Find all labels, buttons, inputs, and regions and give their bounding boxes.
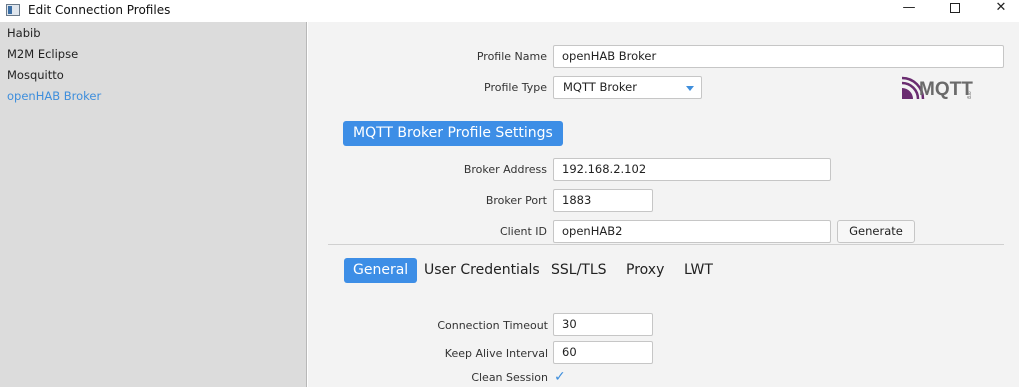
minimize-button[interactable]: — [886,0,932,22]
mqtt-logo-text: MQTT [919,79,973,100]
keep-alive-label: Keep Alive Interval [444,347,548,360]
client-id-label: Client ID [499,225,547,238]
window-icon [6,4,20,16]
maximize-icon [950,3,960,13]
keep-alive-field[interactable]: 60 [553,341,653,364]
close-button[interactable]: ✕ [978,0,1019,22]
generate-button[interactable]: Generate [837,220,915,243]
profile-type-label: Profile Type [484,81,547,94]
tab-ssl-tls[interactable]: SSL/TLS [542,258,616,283]
mqtt-logo: MQTT .org [902,76,973,100]
broker-address-field[interactable]: 192.168.2.102 [553,158,831,181]
profile-item-m2m-eclipse[interactable]: M2M Eclipse [7,47,78,67]
maximize-button[interactable] [932,0,978,22]
clean-session-checkbox[interactable]: ✓ [554,369,566,385]
broker-port-field[interactable]: 1883 [553,189,653,212]
dropdown-caret-icon [686,86,694,91]
profile-name-label: Profile Name [476,50,547,63]
clean-session-label: Clean Session [471,371,548,384]
profile-type-value: MQTT Broker [563,80,637,94]
tab-user-credentials[interactable]: User Credentials [415,258,549,283]
client-id-field[interactable]: openHAB2 [553,220,831,243]
profile-type-select[interactable]: MQTT Broker [553,76,702,99]
profile-item-habib[interactable]: Habib [7,26,41,46]
tab-lwt[interactable]: LWT [675,258,722,283]
profile-item-mosquitto[interactable]: Mosquitto [7,68,64,88]
connection-timeout-field[interactable]: 30 [553,313,653,336]
tab-general[interactable]: General [344,258,418,283]
section-divider [328,244,1004,245]
broker-port-label: Broker Port [485,194,547,207]
profile-settings-panel: Profile Name openHAB Broker Profile Type… [308,22,1019,387]
window-title: Edit Connection Profiles [28,3,171,17]
profile-name-field[interactable]: openHAB Broker [553,45,1004,68]
broker-address-label: Broker Address [463,163,547,176]
connection-timeout-label: Connection Timeout [437,319,548,332]
mqtt-logo-suffix: .org [966,90,972,99]
title-bar: Edit Connection Profiles — ✕ [0,0,1019,22]
profile-item-openhab-broker[interactable]: openHAB Broker [7,89,101,109]
tab-proxy[interactable]: Proxy [617,258,673,283]
broker-settings-header: MQTT Broker Profile Settings [343,121,563,146]
profile-list: Habib M2M Eclipse Mosquitto openHAB Brok… [0,22,307,387]
